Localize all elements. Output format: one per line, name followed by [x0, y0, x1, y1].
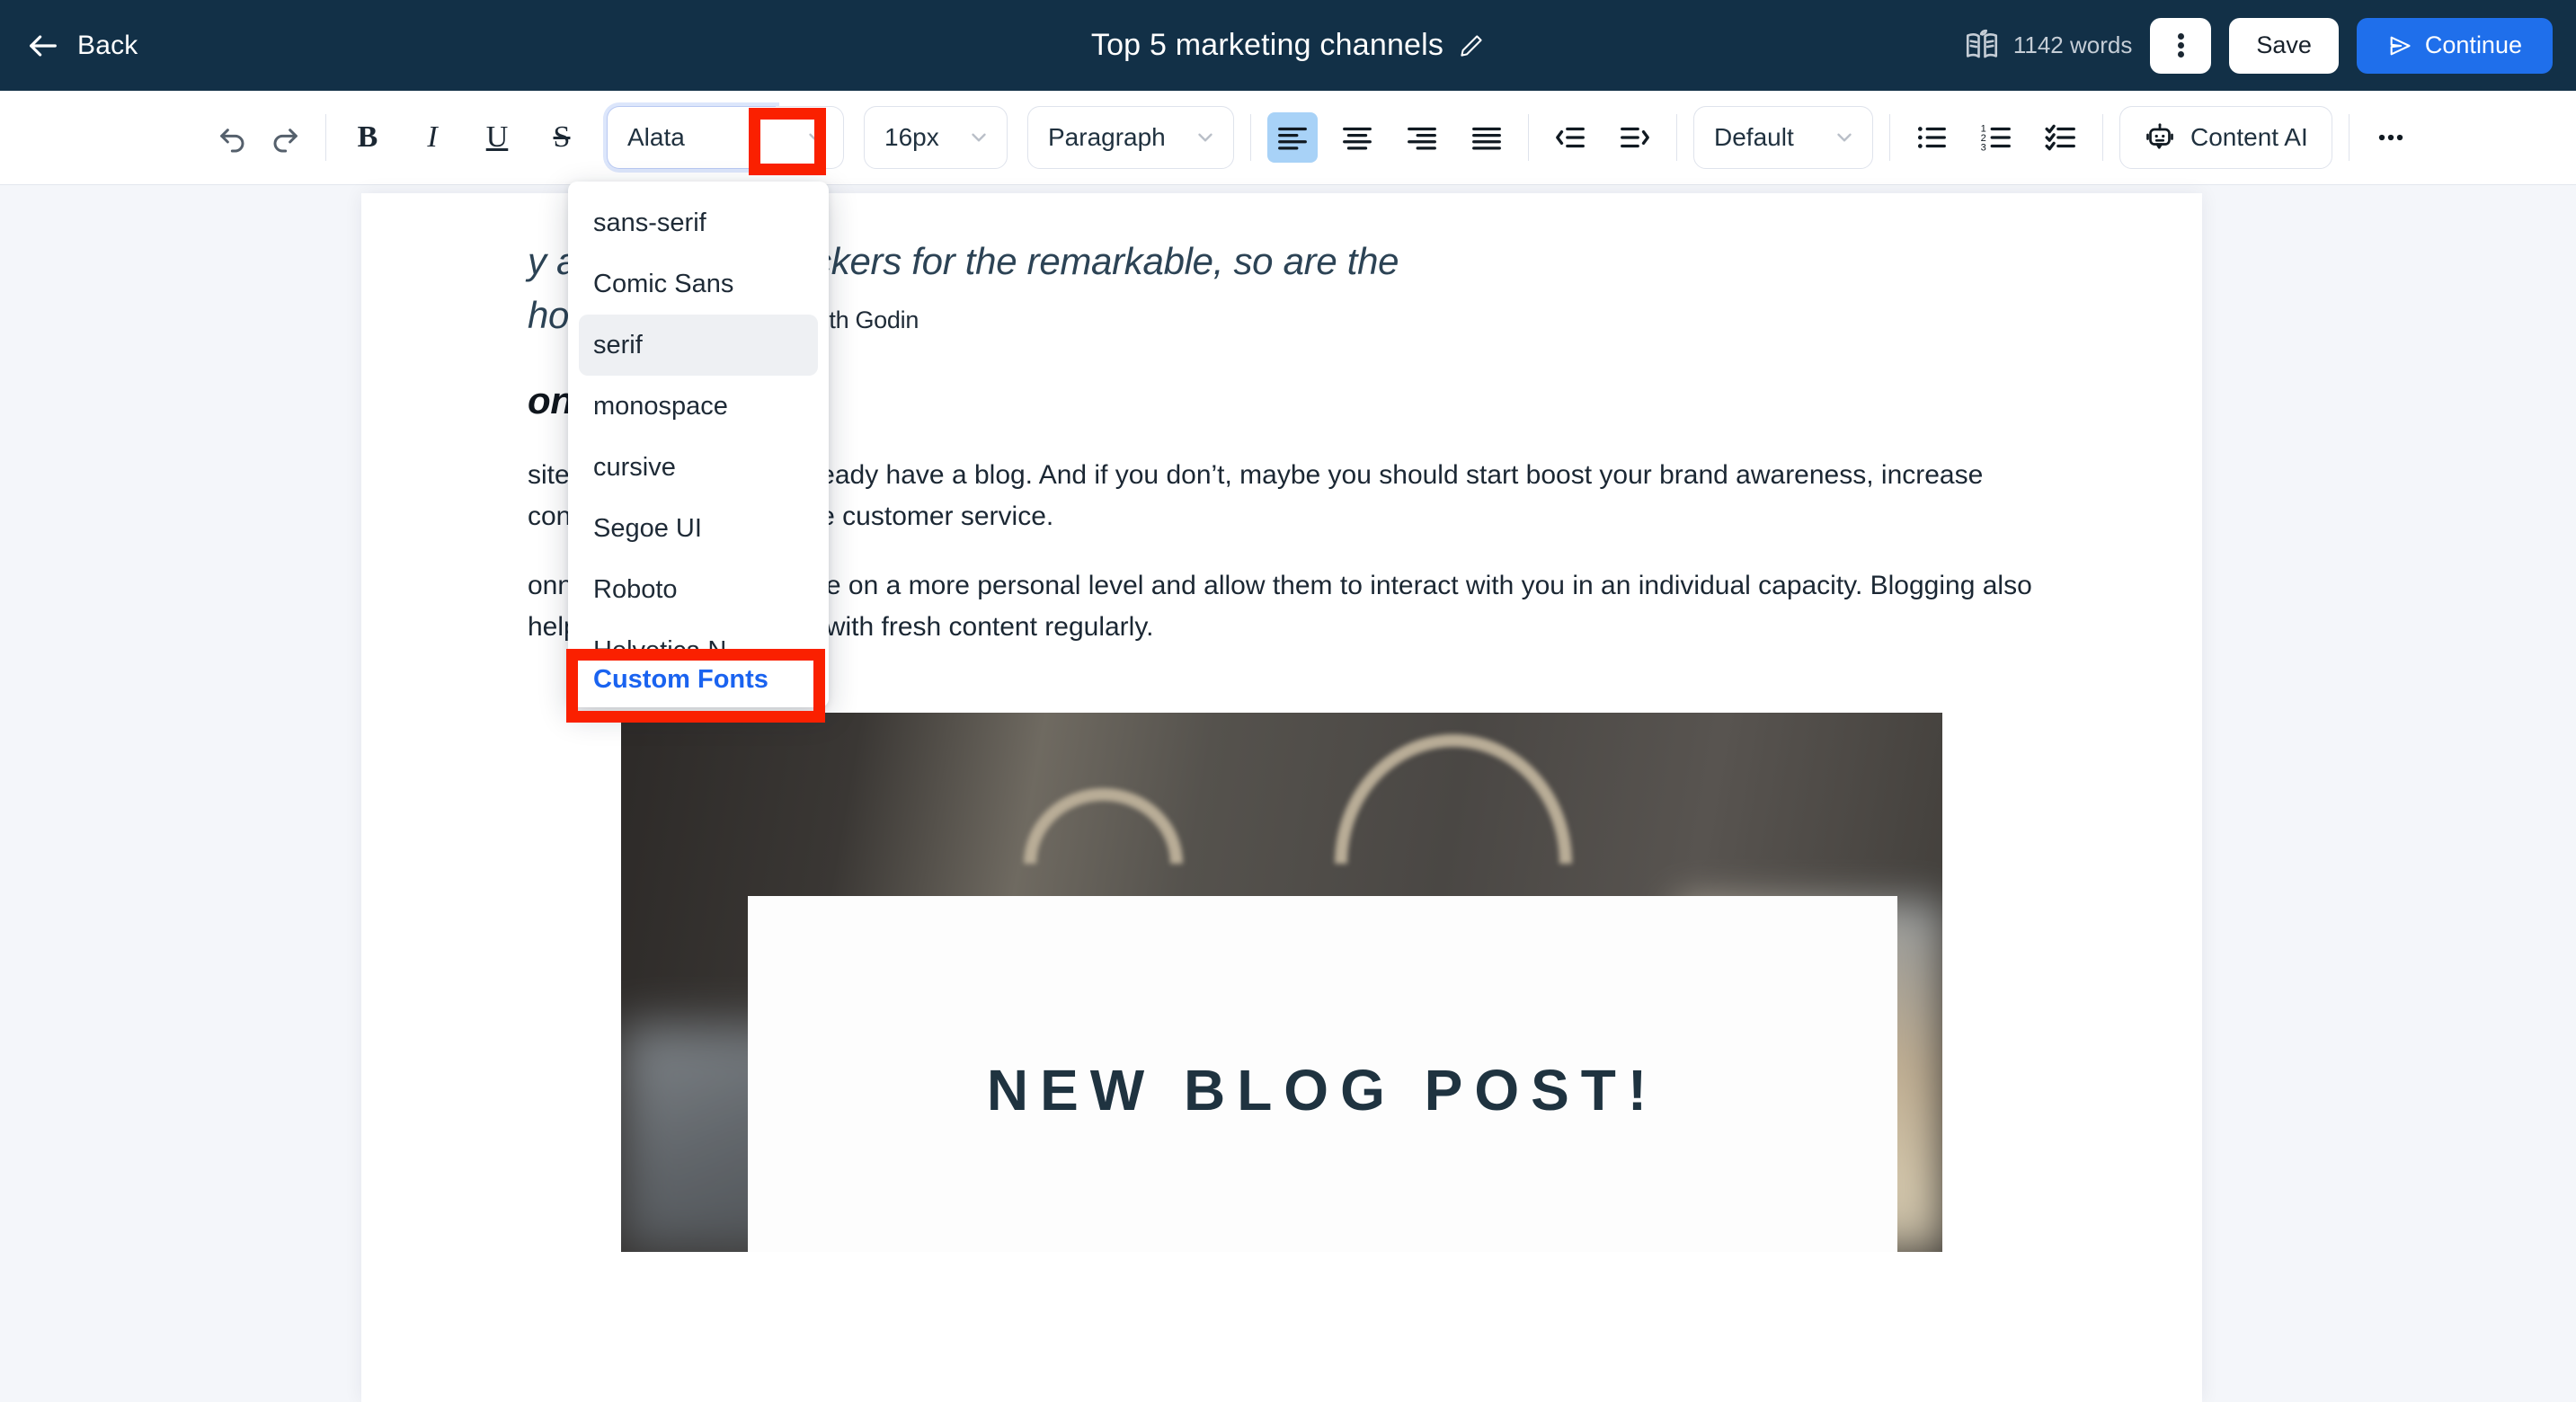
- font-option-roboto[interactable]: Roboto: [579, 559, 818, 620]
- font-option-cursive[interactable]: cursive: [579, 437, 818, 498]
- font-option-monospace[interactable]: monospace: [579, 376, 818, 437]
- redo-button[interactable]: [259, 112, 309, 163]
- chevron-down-icon: [1837, 133, 1852, 142]
- bold-label: B: [357, 120, 378, 154]
- outdent-button[interactable]: [1545, 112, 1595, 163]
- line-height-select[interactable]: Default: [1693, 106, 1873, 169]
- svg-text:3: 3: [1981, 142, 1986, 153]
- align-justify-icon: [1472, 127, 1501, 150]
- font-family-value: Alata: [627, 123, 685, 151]
- numbered-list-icon: 1 2 3: [1981, 124, 2011, 153]
- editor-canvas: y are bloggers suckers for the remarkabl…: [0, 185, 2576, 1402]
- underline-label: U: [485, 120, 509, 154]
- indent-button[interactable]: [1610, 112, 1660, 163]
- font-option-label: monospace: [593, 391, 728, 421]
- custom-fonts-option[interactable]: Custom Fonts: [568, 652, 829, 707]
- paper-bag: NEW BLOG POST!: [748, 895, 1897, 1252]
- toolbar-divider: [325, 114, 326, 161]
- font-option-comic-sans[interactable]: Comic Sans: [579, 253, 818, 315]
- undo-button[interactable]: [209, 112, 259, 163]
- font-option-label: cursive: [593, 452, 676, 482]
- word-count-label: 1142 words: [2012, 31, 2133, 58]
- align-right-icon: [1408, 127, 1436, 150]
- continue-button[interactable]: Continue: [2356, 17, 2553, 74]
- line-height-value: Default: [1714, 123, 1794, 151]
- content-ai-button[interactable]: Content AI: [2119, 106, 2332, 169]
- toolbar-divider: [1889, 114, 1890, 161]
- kebab-menu-icon: [2177, 31, 2184, 60]
- font-option-serif[interactable]: serif: [579, 315, 818, 376]
- page-title: Top 5 marketing channels: [1090, 28, 1444, 62]
- save-button[interactable]: Save: [2229, 17, 2339, 74]
- font-family-dropdown-arrow[interactable]: [776, 106, 844, 169]
- block-type-value: Paragraph: [1048, 123, 1166, 151]
- chevron-down-icon: [972, 133, 986, 142]
- app-header: Back Top 5 marketing channels 1142 words: [0, 0, 2576, 91]
- font-size-value: 16px: [884, 123, 939, 151]
- indent-icon: [1621, 127, 1649, 148]
- font-family-dropdown[interactable]: sans-serif Comic Sans serif monospace cu…: [568, 182, 829, 707]
- arrow-left-icon: [30, 34, 57, 57]
- bold-button[interactable]: B: [342, 112, 393, 163]
- chevron-down-icon: [1198, 133, 1212, 142]
- font-option-label: serif: [593, 330, 643, 359]
- align-right-button[interactable]: [1397, 112, 1447, 163]
- align-left-icon: [1278, 127, 1307, 150]
- content-ai-label: Content AI: [2190, 123, 2308, 151]
- italic-button[interactable]: I: [407, 112, 457, 163]
- font-option-label: Roboto: [593, 574, 678, 604]
- toolbar-divider: [2102, 114, 2103, 161]
- editor-toolbar: B I U S Alata 16px Paragraph Default 1 2…: [0, 91, 2576, 185]
- toolbar-divider: [1528, 114, 1529, 161]
- undo-icon: [220, 129, 244, 153]
- font-family-select[interactable]: Alata: [607, 106, 776, 169]
- underline-button[interactable]: U: [472, 112, 522, 163]
- block-type-select[interactable]: Paragraph: [1027, 106, 1234, 169]
- font-size-select[interactable]: 16px: [864, 106, 1008, 169]
- numbered-list-button[interactable]: 1 2 3: [1971, 112, 2021, 163]
- font-option-segoe-ui[interactable]: Segoe UI: [579, 498, 818, 559]
- align-justify-button[interactable]: [1461, 112, 1512, 163]
- checklist-icon: [2045, 124, 2075, 151]
- align-center-icon: [1343, 127, 1372, 150]
- bullet-list-button[interactable]: [1906, 112, 1957, 163]
- word-count-group: 1142 words: [1963, 27, 2133, 65]
- align-left-button[interactable]: [1267, 112, 1318, 163]
- font-option-list: sans-serif Comic Sans serif monospace cu…: [568, 182, 829, 681]
- italic-label: I: [427, 120, 438, 154]
- redo-icon: [273, 129, 298, 153]
- font-option-label: sans-serif: [593, 208, 706, 237]
- editor-app: Back Top 5 marketing channels 1142 words: [0, 0, 2576, 1402]
- strikethrough-button[interactable]: S: [537, 112, 587, 163]
- strikethrough-label: S: [553, 120, 571, 154]
- toolbar-divider: [1676, 114, 1677, 161]
- document-image[interactable]: NEW BLOG POST!: [621, 712, 1942, 1252]
- image-caption: NEW BLOG POST!: [986, 1057, 1659, 1122]
- robot-icon: [2146, 123, 2173, 149]
- toolbar-overflow-button[interactable]: [2366, 112, 2416, 163]
- bullet-list-icon: [1917, 127, 1946, 148]
- font-option-label: Comic Sans: [593, 269, 734, 298]
- bag-handle-left: [1024, 787, 1183, 864]
- checklist-button[interactable]: [2036, 112, 2086, 163]
- continue-label: Continue: [2424, 31, 2522, 58]
- header-actions: 1142 words Save Continue: [1963, 0, 2553, 91]
- more-options-button[interactable]: [2150, 17, 2212, 74]
- chevron-down-icon: [808, 133, 823, 142]
- book-icon: [1966, 29, 1997, 58]
- pencil-icon[interactable]: [1458, 32, 1485, 59]
- font-option-sans-serif[interactable]: sans-serif: [579, 192, 818, 253]
- back-button[interactable]: Back: [25, 28, 138, 64]
- back-label: Back: [77, 30, 138, 60]
- align-center-button[interactable]: [1332, 112, 1382, 163]
- outdent-icon: [1556, 127, 1585, 148]
- font-option-label: Segoe UI: [593, 513, 702, 543]
- ellipsis-icon: [2378, 134, 2403, 141]
- send-icon: [2390, 36, 2411, 55]
- custom-fonts-label: Custom Fonts: [593, 664, 768, 694]
- toolbar-divider: [1250, 114, 1251, 161]
- bag-handle-right: [1334, 733, 1573, 864]
